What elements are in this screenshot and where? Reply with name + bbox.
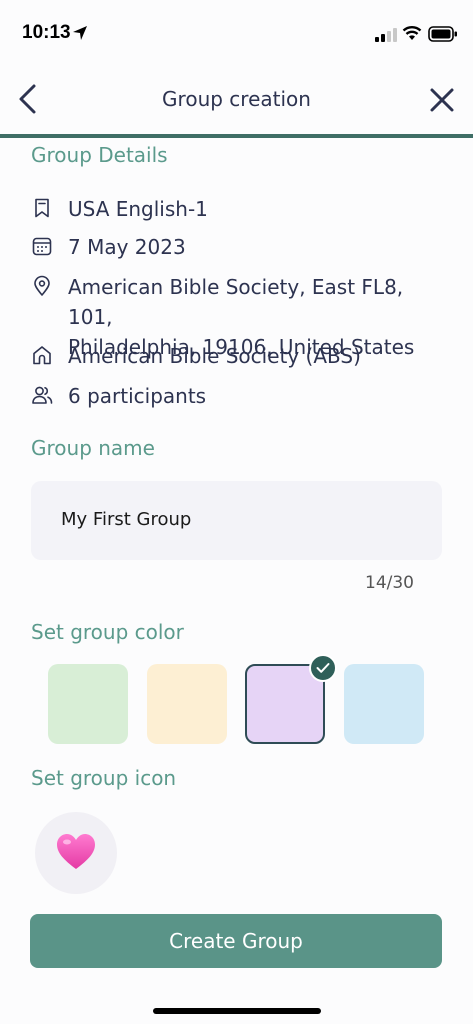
color-swatch-yellow[interactable] (147, 664, 227, 744)
status-bar: 10:13 (0, 0, 473, 60)
calendar-icon (32, 237, 52, 256)
detail-language: USA English-1 (31, 194, 451, 224)
users-icon (32, 386, 53, 404)
wifi-icon (402, 26, 422, 40)
address-line-1: American Bible Society, East FL8, 101, (68, 275, 404, 329)
pink-heart-icon (57, 834, 95, 869)
close-icon[interactable] (426, 84, 458, 116)
selected-check-icon (309, 654, 337, 682)
nav-header: Group creation (0, 70, 473, 134)
location-arrow-icon (73, 26, 87, 40)
organization-text: American Bible Society (ABS) (68, 344, 361, 368)
group-color-heading: Set group color (31, 620, 184, 644)
header-divider (0, 134, 473, 138)
detail-date: 7 May 2023 (31, 232, 451, 262)
group-details-heading: Group Details (31, 143, 168, 167)
color-swatch-green[interactable] (48, 664, 128, 744)
detail-participants: 6 participants (31, 381, 451, 411)
page-title: Group creation (162, 87, 311, 111)
group-icon-picker[interactable] (35, 812, 117, 894)
date-text: 7 May 2023 (68, 235, 186, 259)
group-name-heading: Group name (31, 436, 155, 460)
cellular-signal-icon (375, 28, 397, 42)
bookmark-icon (35, 198, 49, 218)
group-icon-heading: Set group icon (31, 766, 177, 790)
status-time: 10:13 (22, 22, 71, 43)
language-text: USA English-1 (68, 197, 208, 221)
location-pin-icon (34, 275, 50, 296)
participants-text: 6 participants (68, 384, 207, 408)
home-icon (33, 346, 51, 365)
group-name-input[interactable]: My First Group (31, 481, 442, 560)
detail-organization: American Bible Society (ABS) (31, 341, 451, 371)
create-group-button[interactable]: Create Group (30, 914, 442, 968)
character-counter: 14/30 (365, 573, 414, 593)
battery-icon (428, 26, 457, 42)
home-indicator (153, 1008, 321, 1014)
color-swatch-blue[interactable] (344, 664, 424, 744)
